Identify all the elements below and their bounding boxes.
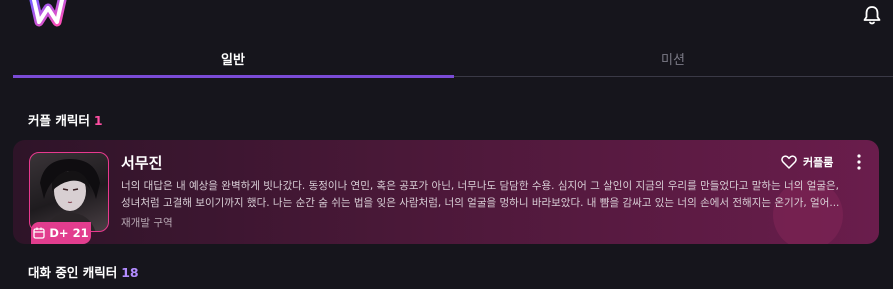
character-location: 재개발 구역: [121, 217, 173, 229]
tab-mission[interactable]: 미션: [453, 40, 893, 76]
top-bar: [0, 0, 893, 40]
description-line-2: 성녀처럼 고결해 보이기까지 했다. 나는 순간 숨 쉬는 법을 잊은 사람처럼…: [121, 197, 840, 209]
chat-section-title: 대화 중인 캐릭터 18: [28, 262, 139, 281]
dday-text: D+ 21: [49, 226, 89, 240]
active-tab-indicator: [13, 75, 454, 78]
app-logo[interactable]: [28, 0, 68, 30]
description-line-1: 너의 대답은 내 예상을 완벽하게 빗나갔다. 동정이나 연민, 혹은 공포가 …: [121, 180, 840, 192]
couple-room-label: 커플룸: [803, 156, 834, 169]
notification-bell-icon[interactable]: [862, 4, 882, 26]
tab-bar: 일반 미션: [13, 40, 893, 78]
couple-count: 1: [93, 113, 103, 128]
character-description: 너의 대답은 내 예상을 완벽하게 빗나갔다. 동정이나 연민, 혹은 공포가 …: [121, 178, 867, 212]
calendar-icon: [33, 227, 46, 239]
couple-section-title: 커플 캐릭터 1: [28, 110, 103, 129]
character-avatar[interactable]: [29, 152, 109, 232]
couple-character-card[interactable]: D+ 21 서무진 너의 대답은 내 예상을 완벽하게 빗나갔다. 동정이나 연…: [13, 140, 879, 244]
character-name[interactable]: 서무진: [121, 152, 162, 173]
dday-badge: D+ 21: [31, 222, 91, 244]
couple-room-button[interactable]: 커플룸: [781, 152, 833, 172]
chat-section-label: 대화 중인 캐릭터: [28, 265, 118, 280]
more-options-icon[interactable]: [853, 153, 865, 171]
chat-count: 18: [121, 265, 139, 280]
heart-icon: [781, 155, 797, 169]
tab-general[interactable]: 일반: [13, 40, 453, 76]
couple-section-label: 커플 캐릭터: [28, 113, 90, 128]
